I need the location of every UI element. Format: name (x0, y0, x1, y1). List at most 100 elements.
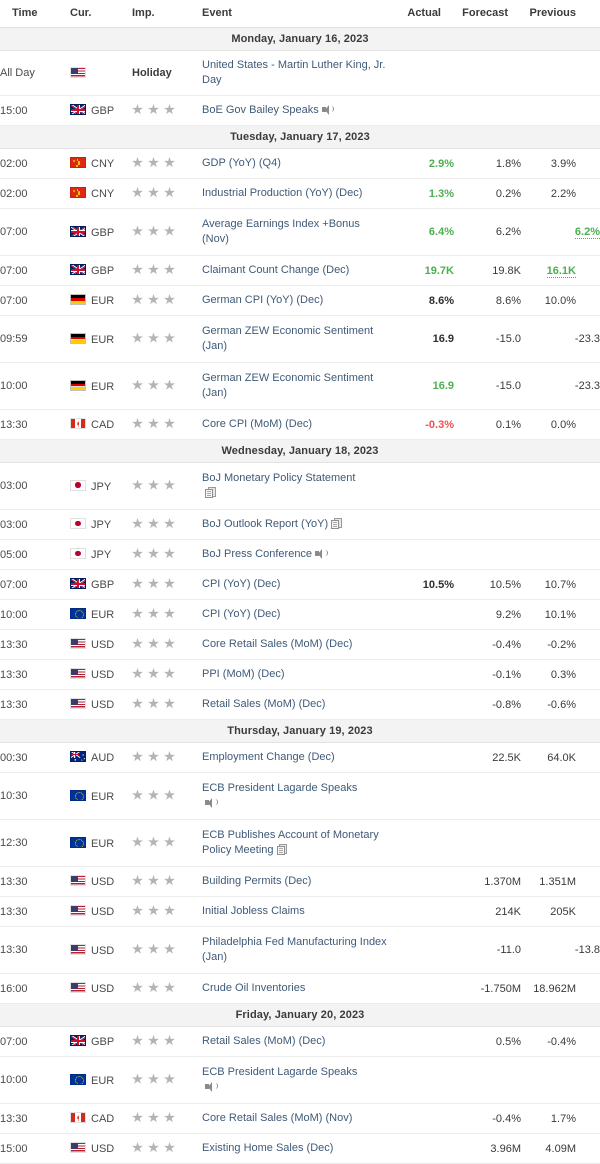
table-row[interactable]: 12:30 EUR ECB Publishes Account of Monetar… (0, 819, 600, 867)
star-icon (148, 751, 159, 762)
table-row[interactable]: 15:00 USD Existing Home Sales (Dec) 3.96M 4.… (0, 1133, 600, 1164)
event-importance-stars (132, 926, 202, 974)
column-header-previous[interactable]: Previous (521, 0, 600, 28)
event-label: CPI (YoY) (Dec) (202, 608, 281, 620)
column-header-importance[interactable]: Imp. (132, 0, 202, 28)
document-icon[interactable] (331, 518, 342, 529)
star-icon (148, 1112, 159, 1123)
event-name[interactable]: Philadelphia Fed Manufacturing Index (Ja… (202, 926, 387, 974)
event-label: CPI (YoY) (Dec) (202, 578, 281, 590)
table-row[interactable]: 09:59 EUR German ZEW Economic Sentiment (J… (0, 315, 600, 363)
event-name[interactable]: ECB President Lagarde Speaks (202, 1056, 387, 1104)
table-row[interactable]: 15:00 GBP BoE Gov Bailey Speaks (0, 95, 600, 126)
table-row[interactable]: 13:30 CAD Core CPI (MoM) (Dec) -0.3% 0.1% 0.0… (0, 409, 600, 440)
table-row[interactable]: 13:30 USD Initial Jobless Claims 214K 205K (0, 896, 600, 927)
star-icon (164, 332, 175, 343)
event-name[interactable]: Existing Home Sales (Dec) (202, 1133, 387, 1164)
event-name[interactable]: BoE Gov Bailey Speaks (202, 95, 387, 126)
column-header-forecast[interactable]: Forecast (454, 0, 521, 28)
event-importance-stars (132, 95, 202, 126)
event-name[interactable]: Industrial Production (YoY) (Dec) (202, 178, 387, 209)
table-row[interactable]: 13:30 USD PPI (MoM) (Dec) -0.1% 0.3% (0, 659, 600, 690)
event-name[interactable]: BoJ Monetary Policy Statement (202, 462, 387, 510)
event-name[interactable]: Initial Jobless Claims (202, 896, 387, 927)
event-name[interactable]: BoJ Press Conference (202, 539, 387, 570)
column-header-event[interactable]: Event (202, 0, 387, 28)
event-name[interactable]: ECB Publishes Account of Monetary Policy… (202, 819, 387, 867)
table-row[interactable]: 10:30 EUR ECB President Lagarde Speaks (0, 772, 600, 820)
table-row[interactable]: 05:00 JPY BoJ Press Conference (0, 539, 600, 570)
event-name[interactable]: Claimant Count Change (Dec) (202, 255, 387, 286)
table-row[interactable]: 13:30 USD Retail Sales (MoM) (Dec) -0.8% -0.… (0, 689, 600, 720)
event-name[interactable]: United States - Martin Luther King, Jr. … (202, 50, 387, 96)
table-row[interactable]: 13:30 CAD Core Retail Sales (MoM) (Nov) -0.… (0, 1103, 600, 1134)
table-row[interactable]: 03:00 JPY BoJ Monetary Policy Statement (0, 462, 600, 510)
actual-value: -0.3% (425, 418, 454, 431)
event-name[interactable]: Retail Sales (MoM) (Dec) (202, 1026, 387, 1057)
event-name[interactable]: Employment Change (Dec) (202, 742, 387, 773)
event-currency: JPY (70, 509, 132, 540)
event-name[interactable]: Crude Oil Inventories (202, 973, 387, 1004)
speaker-icon[interactable] (315, 548, 328, 559)
event-currency: USD (70, 659, 132, 690)
speaker-icon[interactable] (321, 104, 335, 115)
event-importance-stars (132, 659, 202, 690)
table-row[interactable]: 13:30 USD Philadelphia Fed Manufacturing I… (0, 926, 600, 974)
table-row[interactable]: 10:00 EUR ECB President Lagarde Speaks (0, 1056, 600, 1104)
table-row[interactable]: 10:00 EUR CPI (YoY) (Dec) 9.2% 10.1% (0, 599, 600, 630)
event-name[interactable]: PPI (MoM) (Dec) (202, 659, 387, 690)
event-actual (387, 896, 454, 927)
table-row[interactable]: 07:00 GBP Claimant Count Change (Dec) 19.7K… (0, 255, 600, 286)
table-row[interactable]: All Day Holiday United States - Martin Lut… (0, 50, 600, 96)
event-name[interactable]: CPI (YoY) (Dec) (202, 599, 387, 630)
flag-de-icon (70, 332, 86, 344)
event-name[interactable]: German ZEW Economic Sentiment (Jan) (202, 315, 387, 363)
table-row[interactable]: 02:00 CNY Industrial Production (YoY) (Dec… (0, 178, 600, 209)
document-icon[interactable] (276, 844, 288, 855)
event-forecast: -0.4% (454, 629, 521, 660)
column-header-currency[interactable]: Cur. (70, 0, 132, 28)
table-row[interactable]: 13:30 USD Core Retail Sales (MoM) (Dec) -0.… (0, 629, 600, 660)
event-name[interactable]: CPI (YoY) (Dec) (202, 569, 387, 600)
table-row[interactable]: 10:00 EUR German ZEW Economic Sentiment (J… (0, 362, 600, 410)
table-row[interactable]: 07:00 GBP Retail Sales (MoM) (Dec) 0.5% -0.4… (0, 1026, 600, 1057)
column-header-actual[interactable]: Actual (387, 0, 454, 28)
speaker-icon[interactable] (205, 1081, 218, 1092)
table-row[interactable]: 03:00 JPY BoJ Outlook Report (YoY) (0, 509, 600, 540)
previous-value: 10.1% (544, 608, 576, 621)
day-header-row: Tuesday, January 17, 2023 (0, 125, 600, 149)
currency-label: GBP (91, 579, 115, 591)
table-row[interactable]: 02:00 CNY GDP (YoY) (Q4) 2.9% 1.8% 3.9% (0, 148, 600, 179)
actual-value: 16.9 (432, 380, 454, 392)
table-row[interactable]: 07:00 GBP CPI (YoY) (Dec) 10.5% 10.5% 10.7% (0, 569, 600, 600)
flag-us-icon (70, 66, 86, 78)
event-name[interactable]: German ZEW Economic Sentiment (Jan) (202, 362, 387, 410)
event-currency: EUR (70, 819, 132, 867)
event-name[interactable]: ECB President Lagarde Speaks (202, 772, 387, 820)
event-name[interactable]: Average Earnings Index +Bonus (Nov) (202, 208, 387, 256)
flag-cn-icon (70, 157, 86, 168)
event-label: PPI (MoM) (Dec) (202, 668, 285, 680)
table-row[interactable]: 13:30 USD Building Permits (Dec) 1.370M 1.35… (0, 866, 600, 897)
star-icon (132, 518, 143, 529)
event-previous: -13.8 (521, 926, 600, 974)
table-row[interactable]: 07:00 EUR German CPI (YoY) (Dec) 8.6% 8.6% 10… (0, 285, 600, 316)
event-name[interactable]: BoJ Outlook Report (YoY) (202, 509, 387, 540)
event-name[interactable]: Core Retail Sales (MoM) (Nov) (202, 1103, 387, 1134)
event-name[interactable]: Core Retail Sales (MoM) (Dec) (202, 629, 387, 660)
speaker-icon[interactable] (205, 797, 218, 808)
event-name[interactable]: Building Permits (Dec) (202, 866, 387, 897)
table-row[interactable]: 07:00 GBP Average Earnings Index +Bonus (N… (0, 208, 600, 256)
event-name[interactable]: Retail Sales (MoM) (Dec) (202, 689, 387, 720)
event-name[interactable]: Core CPI (MoM) (Dec) (202, 409, 387, 440)
event-name[interactable]: GDP (YoY) (Q4) (202, 148, 387, 179)
document-icon[interactable] (205, 487, 216, 498)
column-header-time[interactable]: Time (0, 0, 70, 28)
event-name[interactable]: German CPI (YoY) (Dec) (202, 285, 387, 316)
currency-label: EUR (91, 1074, 115, 1087)
star-icon (132, 1142, 143, 1153)
event-actual (387, 95, 454, 126)
flag-gb-icon (70, 104, 86, 115)
table-row[interactable]: 16:00 USD Crude Oil Inventories -1.750M 18.9… (0, 973, 600, 1004)
table-row[interactable]: 00:30 AUD Employment Change (Dec) 22.5K 64.0… (0, 742, 600, 773)
